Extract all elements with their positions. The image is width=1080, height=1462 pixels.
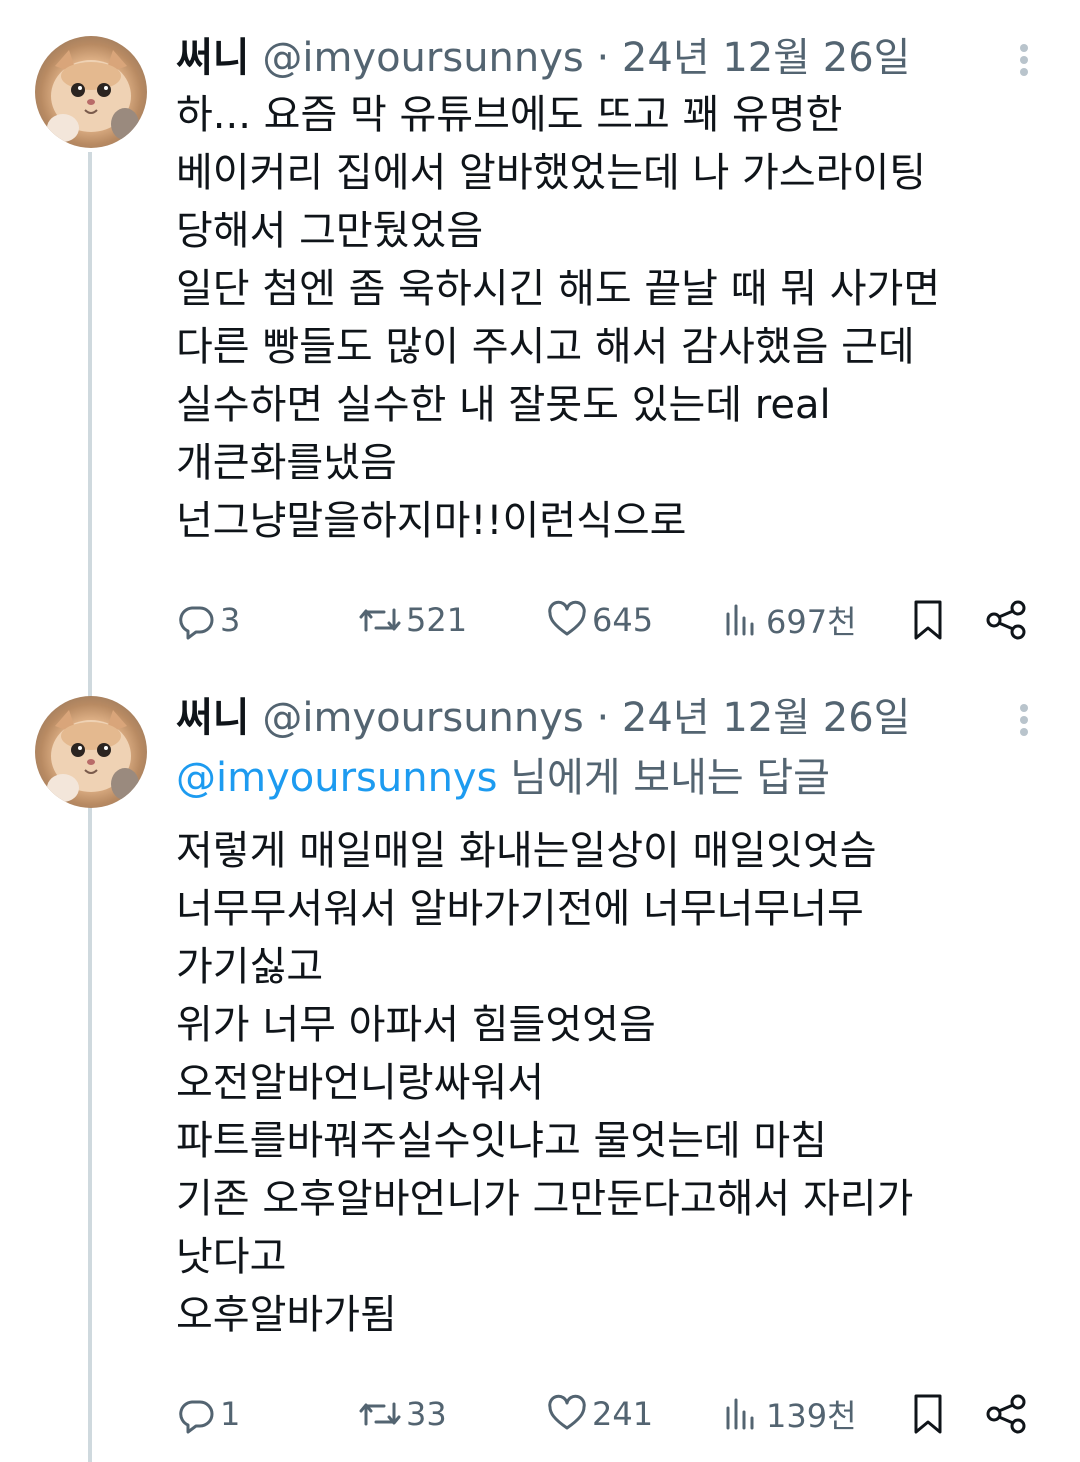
display-name[interactable]: 써니 — [176, 695, 250, 741]
tweet-text: 저렇게 매일매일 화내는일상이 매일잇엇슴 너무무서워서 알바가기전에 너무너무… — [176, 822, 913, 1344]
tweet-text-line: 당해서 그만뒀었음 — [176, 208, 484, 254]
tweet[interactable]: 써니 @imyoursunnys · 24년 12월 26일 @imyoursu… — [0, 660, 1080, 1462]
retweet-icon — [359, 1402, 401, 1426]
bookmark-button[interactable] — [908, 1386, 948, 1442]
more-options-button[interactable] — [1008, 38, 1040, 82]
tweet-text-line: 하... 요즘 막 유튜브에도 뜨고 꽤 유명한 — [176, 92, 843, 138]
share-button[interactable] — [984, 592, 1028, 648]
views-count: 139천 — [766, 1397, 857, 1435]
bookmark-icon — [914, 1394, 942, 1434]
tweet-text-line: 실수하면 실수한 내 잘못도 있는데 real — [176, 382, 831, 428]
tweet-text-line: 가기싫고 — [176, 944, 324, 990]
views-button[interactable]: 139천 — [722, 1386, 857, 1442]
share-button[interactable] — [984, 1386, 1028, 1442]
reply-suffix: 님에게 보내는 답글 — [497, 755, 830, 801]
tweet-text-line: 낫다고 — [176, 1234, 287, 1280]
replying-to-label: @imyoursunnys 님에게 보내는 답글 — [176, 750, 830, 806]
tweet-actions: 3 521 645 697천 — [176, 592, 1036, 648]
tweet-text-line: 베이커리 집에서 알바했었는데 나 가스라이팅 — [176, 150, 927, 196]
retweet-button[interactable]: 521 — [358, 592, 467, 648]
separator-dot: · — [596, 695, 610, 741]
tweet-text: 하... 요즘 막 유튜브에도 뜨고 꽤 유명한 베이커리 집에서 알바했었는데… — [176, 86, 940, 550]
user-handle[interactable]: @imyoursunnys — [262, 695, 583, 741]
tweet-header: 써니 @imyoursunnys · 24년 12월 26일 — [176, 30, 910, 86]
tweet-text-line: 넌그냥말을하지마!!이런식으로 — [176, 498, 687, 544]
separator-dot: · — [596, 35, 610, 81]
tweet[interactable]: 써니 @imyoursunnys · 24년 12월 26일 하... 요즘 막… — [0, 0, 1080, 660]
reply-count: 1 — [220, 1395, 241, 1433]
reply-mention-link[interactable]: @imyoursunnys — [176, 755, 497, 801]
reply-button[interactable]: 3 — [176, 592, 240, 648]
cat-avatar-icon — [47, 710, 139, 802]
more-vertical-icon — [1020, 44, 1028, 52]
tweet-text-line: 기존 오후알바언니가 그만둔다고해서 자리가 — [176, 1176, 914, 1222]
share-icon — [986, 1394, 1026, 1434]
like-button[interactable]: 241 — [546, 1386, 653, 1442]
more-options-button[interactable] — [1008, 698, 1040, 742]
tweet-text-line: 다른 빵들도 많이 주시고 해서 감사했음 근데 — [176, 324, 915, 370]
reply-bubble-icon — [179, 606, 214, 640]
reply-bubble-icon — [179, 1400, 214, 1434]
like-count: 645 — [592, 601, 654, 639]
tweet-header: 써니 @imyoursunnys · 24년 12월 26일 — [176, 690, 910, 746]
retweet-count: 521 — [406, 601, 468, 639]
views-button[interactable]: 697천 — [722, 592, 857, 648]
tweet-text-line: 오후알바가됨 — [176, 1292, 397, 1338]
tweet-text-line: 위가 너무 아파서 힘들엇엇음 — [176, 1002, 656, 1048]
tweet-text-line: 오전알바언니랑싸워서 — [176, 1060, 544, 1106]
heart-icon — [548, 1394, 586, 1430]
reply-button[interactable]: 1 — [176, 1386, 240, 1442]
bookmark-icon — [914, 600, 942, 640]
bookmark-button[interactable] — [908, 592, 948, 648]
retweet-button[interactable]: 33 — [358, 1386, 447, 1442]
views-count: 697천 — [766, 603, 857, 641]
avatar[interactable] — [35, 696, 147, 808]
views-bar-chart-icon — [726, 604, 754, 636]
tweet-actions: 1 33 241 139천 — [176, 1386, 1036, 1442]
cat-avatar-icon — [47, 50, 139, 142]
like-button[interactable]: 645 — [546, 592, 653, 648]
more-vertical-icon — [1020, 704, 1028, 712]
tweet-date[interactable]: 24년 12월 26일 — [622, 35, 911, 81]
retweet-icon — [359, 608, 401, 632]
views-bar-chart-icon — [726, 1398, 754, 1430]
tweet-text-line: 일단 첨엔 좀 욱하시긴 해도 끝날 때 뭐 사가면 — [176, 266, 941, 312]
tweet-thread: 써니 @imyoursunnys · 24년 12월 26일 하... 요즘 막… — [0, 0, 1080, 1462]
like-count: 241 — [592, 1395, 654, 1433]
retweet-count: 33 — [406, 1395, 447, 1433]
tweet-date[interactable]: 24년 12월 26일 — [622, 695, 911, 741]
user-handle[interactable]: @imyoursunnys — [262, 35, 583, 81]
share-icon — [986, 600, 1026, 640]
tweet-text-line: 개큰화를냈음 — [176, 440, 397, 486]
avatar[interactable] — [35, 36, 147, 148]
tweet-text-line: 파트를바꿔주실수잇냐고 물엇는데 마침 — [176, 1118, 828, 1164]
tweet-text-line: 너무무서워서 알바가기전에 너무너무너무 — [176, 886, 864, 932]
display-name[interactable]: 써니 — [176, 35, 250, 81]
tweet-text-line: 저렇게 매일매일 화내는일상이 매일잇엇슴 — [176, 828, 877, 874]
reply-count: 3 — [220, 601, 241, 639]
heart-icon — [548, 600, 586, 636]
